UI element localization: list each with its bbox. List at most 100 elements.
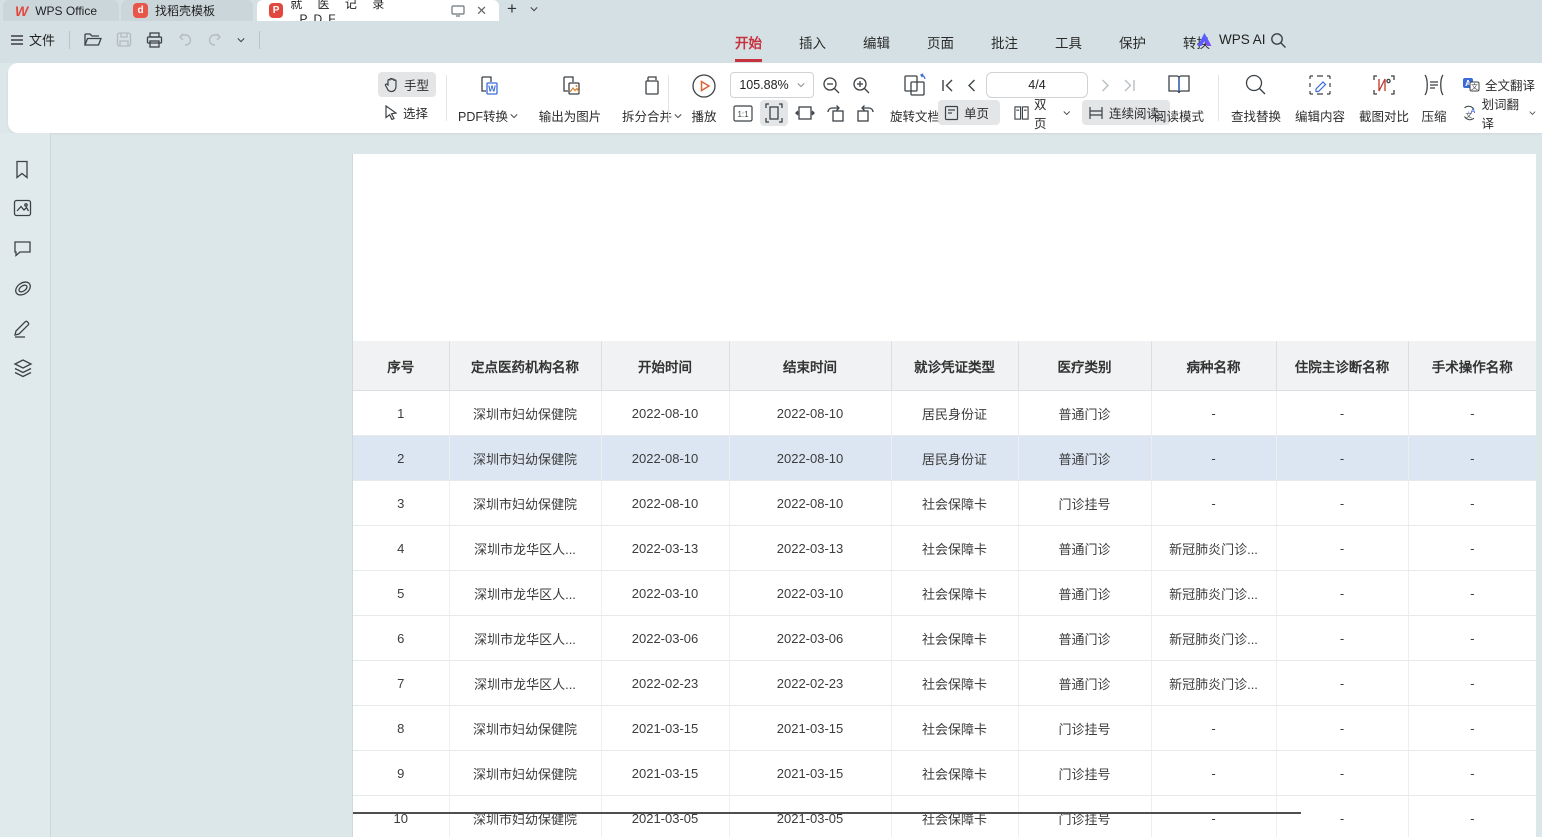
word-translate-label: 划词翻译: [1482, 94, 1525, 132]
play-button[interactable]: 播放: [678, 70, 730, 128]
table-cell: 2022-03-13: [729, 526, 891, 571]
table-cell: 2021-03-15: [729, 751, 891, 796]
single-page-button[interactable]: 单页: [938, 100, 1000, 125]
read-mode-button[interactable]: 阅读模式: [1148, 70, 1210, 128]
edit-content-button[interactable]: 编辑内容: [1288, 70, 1352, 128]
table-cell: 2021-03-15: [601, 751, 729, 796]
attachment-icon[interactable]: [13, 279, 35, 301]
tab-wps-office[interactable]: W WPS Office: [3, 0, 119, 21]
table-header-row: 序号定点医药机构名称开始时间结束时间就诊凭证类型医疗类别病种名称住院主诊断名称手…: [353, 341, 1536, 391]
double-page-label: 双页: [1034, 94, 1057, 132]
comment-icon[interactable]: [13, 240, 35, 262]
menu-item-insert[interactable]: 插入: [797, 28, 828, 56]
print-icon[interactable]: [146, 32, 163, 48]
table-cell: 2022-08-10: [729, 436, 891, 481]
tab-docer-template[interactable]: d 找稻壳模板: [121, 0, 253, 21]
close-tab-icon[interactable]: ✕: [476, 3, 487, 19]
more-actions-chevron-icon[interactable]: [237, 31, 245, 49]
word-translate-button[interactable]: 文A 划词翻译: [1456, 100, 1542, 125]
table-header-cell: 医疗类别: [1018, 341, 1151, 391]
zoom-level-select[interactable]: 105.88%: [730, 72, 814, 98]
layers-icon[interactable]: [13, 358, 35, 380]
table-cell: 2022-03-10: [601, 571, 729, 616]
signature-pen-icon[interactable]: [13, 318, 35, 340]
bookmark-icon[interactable]: [13, 160, 35, 182]
undo-icon[interactable]: [177, 33, 193, 47]
wps-ai-button[interactable]: WPS AI: [1196, 32, 1266, 47]
menu-item-home[interactable]: 开始: [733, 28, 764, 56]
wps-ai-logo-icon: [1196, 32, 1213, 47]
pdf-page[interactable]: 序号定点医药机构名称开始时间结束时间就诊凭证类型医疗类别病种名称住院主诊断名称手…: [352, 154, 1536, 837]
search-icon[interactable]: [1270, 32, 1287, 49]
table-cell: 门诊挂号: [1018, 481, 1151, 526]
wps-logo-icon: W: [15, 3, 28, 19]
save-icon[interactable]: [116, 32, 132, 47]
menu-item-page[interactable]: 页面: [925, 28, 956, 56]
find-replace-icon: [1244, 73, 1268, 97]
ribbon-toolbar: 手型 选择 W PDF转换 输出为图片 拆分合并 播放 105.88%: [8, 63, 1542, 133]
document-canvas[interactable]: 序号定点医药机构名称开始时间结束时间就诊凭证类型医疗类别病种名称住院主诊断名称手…: [51, 133, 1542, 837]
find-replace-button[interactable]: 查找替换: [1224, 70, 1288, 128]
fit-width-button[interactable]: [760, 100, 788, 126]
tab-bar: W WPS Office d 找稻壳模板 P 就 医 记 录 .PDF ✕ +: [0, 0, 1542, 21]
table-cell: 9: [353, 751, 449, 796]
export-image-button[interactable]: 输出为图片: [528, 70, 612, 128]
tab-list-chevron-icon[interactable]: [530, 4, 538, 16]
medical-records-table: 序号定点医药机构名称开始时间结束时间就诊凭证类型医疗类别病种名称住院主诊断名称手…: [353, 341, 1536, 837]
menu-item-comment[interactable]: 批注: [989, 28, 1020, 56]
rotate-right-button[interactable]: [852, 100, 878, 126]
divider: [69, 31, 70, 49]
table-cell: -: [1408, 796, 1536, 837]
table-cell: 深圳市妇幼保健院: [449, 391, 601, 436]
menu-item-protect[interactable]: 保护: [1117, 28, 1148, 56]
table-header-cell: 结束时间: [729, 341, 891, 391]
table-cell: -: [1276, 751, 1408, 796]
table-row: 3深圳市妇幼保健院2022-08-102022-08-10社会保障卡门诊挂号--…: [353, 481, 1536, 526]
last-page-button[interactable]: [1118, 72, 1140, 98]
screen-share-icon[interactable]: [451, 5, 465, 17]
hand-tool-button[interactable]: 手型: [378, 72, 436, 97]
next-page-button[interactable]: [1094, 72, 1116, 98]
pdf-convert-icon: W: [475, 73, 501, 99]
table-cell: 普通门诊: [1018, 391, 1151, 436]
table-header-cell: 住院主诊断名称: [1276, 341, 1408, 391]
svg-text:文: 文: [1471, 82, 1478, 91]
menu-item-edit[interactable]: 编辑: [861, 28, 892, 56]
file-menu-button[interactable]: 文件: [10, 30, 55, 49]
table-cell: 新冠肺炎门诊...: [1151, 571, 1276, 616]
table-cell: -: [1151, 481, 1276, 526]
table-cell: 2022-08-10: [601, 391, 729, 436]
table-header-cell: 手术操作名称: [1408, 341, 1536, 391]
new-tab-button[interactable]: +: [507, 0, 517, 19]
open-file-icon[interactable]: [84, 32, 102, 47]
left-panel-sidebar: [0, 133, 51, 837]
table-cell: 5: [353, 571, 449, 616]
rotate-left-button[interactable]: [822, 100, 848, 126]
actual-size-button[interactable]: 1:1: [730, 100, 756, 126]
select-tool-button[interactable]: 选择: [378, 100, 436, 125]
table-cell: 深圳市妇幼保健院: [449, 436, 601, 481]
compress-label: 压缩: [1421, 106, 1446, 125]
redo-icon[interactable]: [207, 33, 223, 47]
screenshot-compare-button[interactable]: 截图对比: [1352, 70, 1416, 128]
file-menu-label: 文件: [29, 30, 55, 49]
thumbnail-icon[interactable]: [13, 199, 35, 221]
table-cell: -: [1408, 391, 1536, 436]
select-tool-label: 选择: [403, 103, 428, 122]
hamburger-icon: [10, 34, 24, 46]
svg-text:A: A: [1471, 108, 1476, 115]
table-cell: -: [1276, 706, 1408, 751]
tab-document-pdf[interactable]: P 就 医 记 录 .PDF ✕: [257, 0, 499, 21]
table-cell: 深圳市龙华区人...: [449, 661, 601, 706]
first-page-button[interactable]: [936, 72, 958, 98]
compress-button[interactable]: 压缩: [1412, 70, 1456, 128]
table-cell: 社会保障卡: [891, 661, 1018, 706]
zoom-in-button[interactable]: [848, 72, 874, 98]
previous-page-button[interactable]: [960, 72, 982, 98]
table-cell: -: [1408, 751, 1536, 796]
pdf-convert-button[interactable]: W PDF转换: [450, 70, 526, 128]
fit-page-button[interactable]: [792, 100, 818, 126]
menu-item-tools[interactable]: 工具: [1053, 28, 1084, 56]
double-page-button[interactable]: 双页: [1008, 100, 1076, 125]
zoom-out-button[interactable]: [818, 72, 844, 98]
